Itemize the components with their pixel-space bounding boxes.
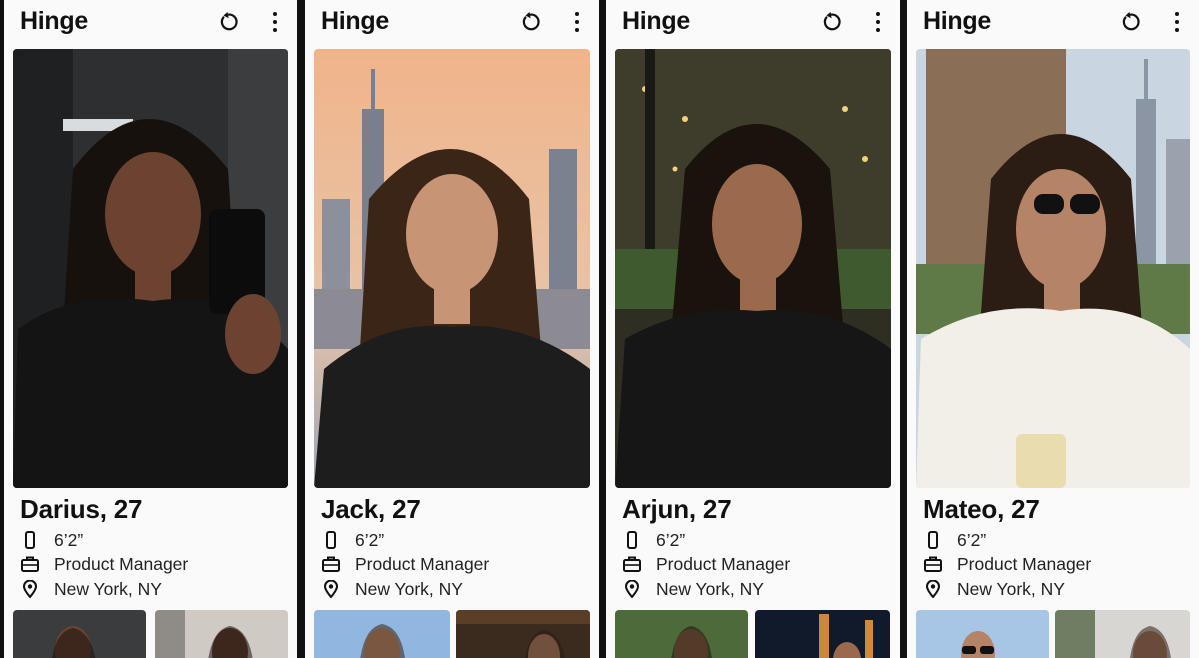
location-pin-icon <box>321 579 341 599</box>
profile-name: Jack, 27 <box>321 494 421 524</box>
top-bar: Hinge <box>907 0 1199 44</box>
photo-thumbnail[interactable] <box>456 610 590 658</box>
ruler-icon <box>20 530 40 550</box>
top-bar: Hinge <box>606 0 900 44</box>
profile-screen: Hinge Jack, 27 6’2” Product Manager New … <box>305 0 599 658</box>
job-row: Product Manager <box>622 553 790 575</box>
location-text: New York, NY <box>54 578 162 599</box>
height-row: 6’2” <box>20 529 83 551</box>
height-text: 6’2” <box>54 529 84 550</box>
height-row: 6’2” <box>321 529 384 551</box>
job-row: Product Manager <box>20 553 188 575</box>
app-title: Hinge <box>622 7 690 35</box>
undo-icon[interactable] <box>1119 11 1141 33</box>
profile-screen: Hinge Mateo, 27 6’2” Product Manager New… <box>907 0 1199 658</box>
location-row: New York, NY <box>923 578 1065 600</box>
location-pin-icon <box>923 579 943 599</box>
profile-photo[interactable] <box>314 49 590 488</box>
height-text: 6’2” <box>355 529 385 550</box>
job-text: Product Manager <box>656 553 791 574</box>
briefcase-icon <box>20 554 40 574</box>
ruler-icon <box>923 530 943 550</box>
app-title: Hinge <box>923 7 991 35</box>
top-bar: Hinge <box>305 0 599 44</box>
location-text: New York, NY <box>957 578 1065 599</box>
photo-thumbnail[interactable] <box>916 610 1049 658</box>
undo-icon[interactable] <box>519 11 541 33</box>
undo-icon[interactable] <box>217 11 239 33</box>
photo-thumbnail[interactable] <box>155 610 288 658</box>
more-options-icon[interactable] <box>872 11 884 33</box>
profile-screen: Hinge Arjun, 27 6’2” Product Manager New… <box>606 0 900 658</box>
photo-thumbnail[interactable] <box>755 610 890 658</box>
job-row: Product Manager <box>923 553 1091 575</box>
more-options-icon[interactable] <box>269 11 281 33</box>
job-text: Product Manager <box>355 553 490 574</box>
undo-icon[interactable] <box>820 11 842 33</box>
app-title: Hinge <box>321 7 389 35</box>
height-text: 6’2” <box>656 529 686 550</box>
profile-photo[interactable] <box>916 49 1190 488</box>
profile-photo[interactable] <box>615 49 891 488</box>
location-pin-icon <box>622 579 642 599</box>
location-pin-icon <box>20 579 40 599</box>
profile-photo[interactable] <box>13 49 288 488</box>
location-row: New York, NY <box>20 578 162 600</box>
height-row: 6’2” <box>923 529 986 551</box>
photo-thumbnail[interactable] <box>13 610 146 658</box>
ruler-icon <box>622 530 642 550</box>
more-options-icon[interactable] <box>1171 11 1183 33</box>
top-bar: Hinge <box>4 0 297 44</box>
location-row: New York, NY <box>321 578 463 600</box>
photo-thumbnail[interactable] <box>314 610 450 658</box>
more-options-icon[interactable] <box>571 11 583 33</box>
profile-name: Arjun, 27 <box>622 494 732 524</box>
briefcase-icon <box>321 554 341 574</box>
profile-name: Mateo, 27 <box>923 494 1040 524</box>
height-row: 6’2” <box>622 529 685 551</box>
job-text: Product Manager <box>54 553 189 574</box>
briefcase-icon <box>923 554 943 574</box>
job-text: Product Manager <box>957 553 1092 574</box>
location-row: New York, NY <box>622 578 764 600</box>
briefcase-icon <box>622 554 642 574</box>
photo-thumbnail[interactable] <box>1055 610 1190 658</box>
app-title: Hinge <box>20 7 88 35</box>
location-text: New York, NY <box>656 578 764 599</box>
ruler-icon <box>321 530 341 550</box>
profile-name: Darius, 27 <box>20 494 143 524</box>
location-text: New York, NY <box>355 578 463 599</box>
photo-thumbnail[interactable] <box>615 610 748 658</box>
job-row: Product Manager <box>321 553 489 575</box>
profile-screen: Hinge Darius, 27 6’2” Product Manager Ne… <box>4 0 297 658</box>
height-text: 6’2” <box>957 529 987 550</box>
